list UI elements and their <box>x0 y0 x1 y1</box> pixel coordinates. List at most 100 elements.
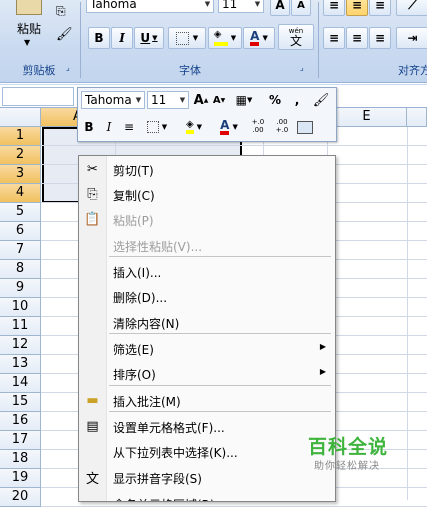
align-center-button[interactable]: ≡ <box>346 27 368 49</box>
chevron-down-icon[interactable]: ▼ <box>133 92 144 108</box>
phonetic-button[interactable]: wén 文 <box>278 24 314 50</box>
mini-shrink-font-button[interactable]: A ▼ <box>211 91 227 109</box>
font-group-label: 字体 <box>179 64 201 77</box>
percent-button[interactable]: % <box>268 91 282 109</box>
row-header[interactable]: 7 <box>0 241 41 260</box>
mini-font-color-button[interactable]: A ▼ <box>214 118 244 136</box>
menu-item-label: 插入批注(M) <box>113 395 181 409</box>
menu-item[interactable]: 排序(O) ▶ <box>79 362 335 386</box>
font-size-combo[interactable]: 11 ▼ <box>218 0 264 13</box>
chevron-down-icon[interactable]: ▼ <box>252 0 263 12</box>
row-header[interactable]: 17 <box>0 431 41 450</box>
phonetic-icon: 文 <box>85 472 99 487</box>
align-top-button[interactable]: ≡ <box>323 0 345 16</box>
paste-button[interactable]: 粘贴 ▼ <box>8 0 50 56</box>
row-header[interactable]: 12 <box>0 336 41 355</box>
row-header[interactable]: 1 <box>0 127 41 146</box>
mini-fill-color-button[interactable]: ◈ ▼ <box>178 118 210 136</box>
menu-item[interactable]: ▬ 插入批注(M) <box>79 389 335 413</box>
row-header[interactable]: 2 <box>0 146 41 165</box>
decrease-decimal-icon[interactable]: .00 +.0 <box>272 117 292 135</box>
submenu-arrow-icon: ▶ <box>319 342 326 351</box>
mini-border-button[interactable]: ▼ <box>142 118 172 136</box>
mini-grow-font-button[interactable]: A ▲ <box>193 91 209 109</box>
mini-center-button[interactable]: ≡ <box>122 118 136 136</box>
fill-bucket-icon: ◈ <box>185 120 194 134</box>
comment-icon: ▬ <box>86 393 99 408</box>
menu-item[interactable]: 命名单元格区域(R)... <box>79 492 335 501</box>
mini-font-size-combo[interactable]: 11 ▼ <box>147 91 189 109</box>
menu-item[interactable]: 插入(I)... <box>79 260 335 284</box>
increase-decimal-icon[interactable]: +.0 .00 <box>248 117 268 135</box>
menu-item[interactable]: ✂ 剪切(T) <box>79 158 335 182</box>
comma-button[interactable]: , <box>291 91 303 109</box>
menu-item[interactable]: ⎘ 复制(C) <box>79 183 335 207</box>
dialog-launcher-icon[interactable]: ⌟ <box>300 63 304 72</box>
row-header[interactable]: 14 <box>0 374 41 393</box>
row-header[interactable]: 16 <box>0 412 41 431</box>
row-header[interactable]: 11 <box>0 317 41 336</box>
align-right-button[interactable]: ≡ <box>369 27 391 49</box>
underline-button[interactable]: U ▼ <box>134 27 164 49</box>
menu-item-label: 删除(D)... <box>113 291 168 305</box>
grow-font-button[interactable]: A <box>270 0 290 16</box>
row-header[interactable]: 20 <box>0 488 41 507</box>
shrink-font-button[interactable]: A <box>291 0 311 16</box>
format-painter-icon[interactable]: 🖌 <box>312 91 330 109</box>
row-header[interactable]: 10 <box>0 298 41 317</box>
chevron-down-icon[interactable]: ▼ <box>177 92 188 108</box>
paste-icon: 📋 <box>84 212 101 227</box>
clipboard-group-label: 剪贴板 <box>22 64 56 77</box>
group-divider <box>318 2 319 78</box>
menu-item[interactable]: 📋 粘贴(P) <box>79 208 335 232</box>
format-painter-icon[interactable]: 🖌 <box>56 27 73 43</box>
menu-item[interactable]: ▤ 设置单元格格式(F)... <box>79 415 335 439</box>
menu-item[interactable]: 选择性粘贴(V)... <box>79 234 335 258</box>
column-header-e[interactable]: E <box>327 108 407 127</box>
name-box[interactable] <box>2 87 74 106</box>
font-name-combo[interactable]: Tahoma ▼ <box>86 0 214 13</box>
mini-italic-button[interactable]: I <box>102 118 116 136</box>
mini-toolbar: Tahoma ▼ 11 ▼ A ▲ A ▼ ▦ ▼ % , 🖌 B I ≡ ▼ ◈ ▼ … <box>77 87 337 142</box>
row-header[interactable]: 8 <box>0 260 41 279</box>
align-bottom-button[interactable]: ≡ <box>369 0 391 16</box>
row-header[interactable]: 13 <box>0 355 41 374</box>
row-header[interactable]: 3 <box>0 165 41 184</box>
merge-cells-icon[interactable] <box>296 118 314 136</box>
mini-font-name-combo[interactable]: Tahoma ▼ <box>81 91 145 109</box>
column-header-f[interactable] <box>407 108 427 127</box>
font-color-icon: A <box>220 119 230 135</box>
border-button[interactable]: ▼ <box>168 27 206 49</box>
menu-item[interactable]: 文显示拼音字段(S) <box>79 466 335 490</box>
row-header[interactable]: 15 <box>0 393 41 412</box>
menu-item[interactable]: 筛选(E) ▶ <box>79 337 335 361</box>
font-color-button[interactable]: A ▼ <box>243 27 275 49</box>
row-header[interactable]: 9 <box>0 279 41 298</box>
row-header[interactable]: 4 <box>0 184 41 203</box>
font-name-value: Tahoma <box>90 0 137 11</box>
row-header[interactable]: 18 <box>0 450 41 469</box>
row-header[interactable]: 6 <box>0 222 41 241</box>
chevron-down-icon[interactable]: ▼ <box>202 0 213 12</box>
row-header[interactable]: 5 <box>0 203 41 222</box>
menu-item[interactable]: 从下拉列表中选择(K)... <box>79 440 335 464</box>
menu-item[interactable]: 清除内容(N) <box>79 311 335 335</box>
italic-button[interactable]: I <box>111 27 133 49</box>
menu-item-label: 剪切(T) <box>113 164 154 178</box>
align-middle-button[interactable]: ≡ <box>346 0 368 16</box>
menu-item-label: 复制(C) <box>113 189 155 203</box>
menu-item-label: 选择性粘贴(V)... <box>113 240 203 254</box>
align-left-button[interactable]: ≡ <box>323 27 345 49</box>
orientation-button[interactable]: ⟋ <box>396 0 427 16</box>
accounting-format-icon[interactable]: ▦ ▼ <box>231 91 257 109</box>
mini-bold-button[interactable]: B <box>82 118 96 136</box>
dialog-launcher-icon[interactable]: ⌟ <box>66 63 70 72</box>
copy-icon[interactable]: ⎘ <box>56 4 72 18</box>
indent-button[interactable]: ⇥ <box>396 27 427 49</box>
row-header[interactable]: 19 <box>0 469 41 488</box>
bold-button[interactable]: B <box>88 27 110 49</box>
select-all-corner[interactable] <box>0 108 41 127</box>
menu-item[interactable]: 删除(D)... <box>79 285 335 309</box>
fill-color-button[interactable]: ◈ ▼ <box>208 27 242 49</box>
paste-icon <box>16 0 42 15</box>
